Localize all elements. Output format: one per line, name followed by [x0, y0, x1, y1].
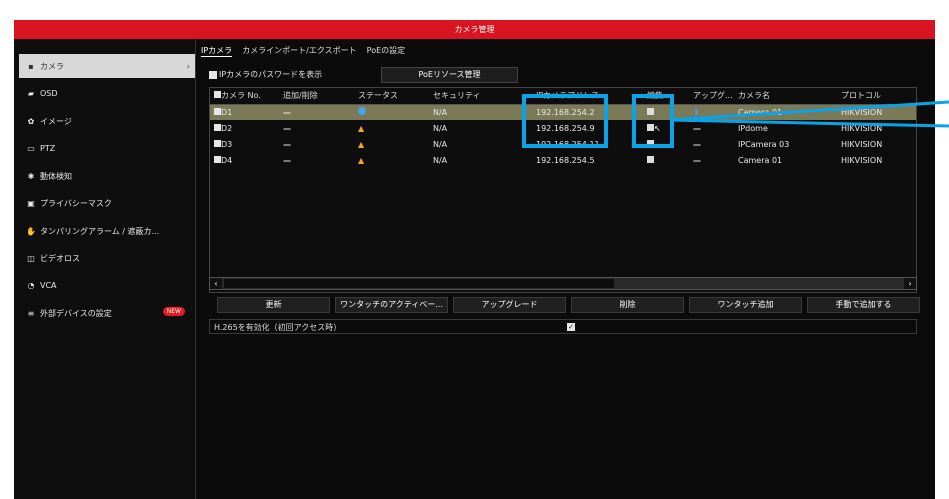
warning-icon: ▲ — [358, 139, 365, 149]
camera-no-cell: D1 — [210, 104, 279, 120]
h265-checkbox[interactable]: ✓ — [567, 323, 575, 331]
sidebar-item-label: ビデオロス — [40, 253, 80, 263]
tab-bar: IPカメラ カメラインポート/エクスポート PoEの設定 — [201, 45, 405, 57]
sidebar-item-ptz[interactable]: ▭ PTZ — [19, 136, 195, 160]
one-touch-add-button[interactable]: ワンタッチ追加 — [689, 297, 802, 313]
delete-cell[interactable]: — — [279, 120, 354, 136]
show-password-option[interactable]: IPカメラのパスワードを表示 — [209, 69, 322, 80]
one-touch-activate-button[interactable]: ワンタッチのアクティベー... — [335, 297, 448, 313]
table-row[interactable]: D4 — ▲ N/A 192.168.254.5 — Camera 01 HIK… — [210, 152, 916, 168]
row-checkbox[interactable] — [214, 155, 221, 163]
new-badge: NEW — [162, 307, 185, 316]
video-loss-icon: ◫ — [27, 253, 35, 263]
horizontal-scrollbar[interactable]: ‹ › — [209, 277, 917, 290]
delete-cell[interactable]: — — [279, 152, 354, 168]
chevron-right-icon: › — [186, 61, 190, 71]
sidebar-item-label: VCA — [40, 280, 57, 290]
sidebar-item-tamper[interactable]: ✋ タンパリングアラーム / 遮蔽カ... — [19, 219, 195, 243]
column-header[interactable]: ステータス — [354, 88, 429, 105]
sidebar-item-label: 動体検知 — [40, 171, 72, 181]
warning-icon: ▲ — [358, 155, 365, 165]
edit-icon[interactable] — [647, 155, 654, 163]
camera-icon: ▪ — [28, 61, 34, 71]
callout-line-bottom — [670, 118, 949, 128]
status-cell — [354, 104, 429, 120]
row-checkbox[interactable] — [214, 107, 221, 115]
security-cell: N/A — [429, 104, 532, 120]
protocol-cell: HIKVISION — [841, 139, 883, 149]
edit-highlight — [632, 94, 674, 148]
sidebar-item-label: OSD — [40, 88, 58, 98]
camera-name-cell: IPCamera 03 — [738, 139, 790, 149]
sidebar-item-label: PTZ — [40, 143, 56, 153]
ip-address-cell: 192.168.254.5 — [536, 155, 595, 165]
tab-ip-camera[interactable]: IPカメラ — [201, 45, 233, 57]
upgrade-cell: — — [693, 139, 701, 149]
sidebar-item-privacy-mask[interactable]: ▣ プライバシーマスク — [19, 191, 195, 215]
security-cell: N/A — [433, 155, 448, 165]
row-checkbox[interactable] — [214, 123, 221, 131]
ptz-icon: ▭ — [27, 143, 35, 153]
osd-icon: ▰ — [27, 88, 35, 98]
sidebar-item-vca[interactable]: ◔ VCA — [19, 273, 195, 297]
column-header[interactable]: 追加/削除 — [279, 88, 354, 105]
privacy-mask-icon: ▣ — [27, 198, 35, 208]
edit-cell[interactable] — [643, 152, 689, 168]
tab-poe-settings[interactable]: PoEの設定 — [367, 45, 406, 57]
tab-camera-import-export[interactable]: カメラインポート/エクスポート — [242, 45, 356, 57]
tamper-icon: ✋ — [26, 226, 36, 236]
sidebar-item-motion[interactable]: ✱ 動体検知 — [19, 164, 195, 188]
security-cell: N/A — [433, 139, 448, 149]
column-header[interactable]: カメラ No. — [210, 88, 279, 105]
sidebar-item-external-device[interactable]: ≡ 外部デバイスの設定 NEW — [19, 301, 195, 325]
callout-line-top — [670, 100, 949, 122]
vca-icon: ◔ — [27, 280, 35, 290]
sidebar-item-label: 外部デバイスの設定 — [40, 308, 112, 318]
sidebar-item-label: イメージ — [40, 116, 72, 126]
h265-row: H.265を有効化（初回アクセス時） ✓ — [209, 319, 917, 334]
delete-button[interactable]: 削除 — [571, 297, 684, 313]
security-cell: N/A — [433, 123, 448, 133]
sidebar-item-label: タンパリングアラーム / 遮蔽カ... — [40, 226, 160, 236]
delete-cell[interactable]: — — [279, 104, 354, 120]
delete-cell[interactable]: — — [279, 136, 354, 152]
row-checkbox[interactable] — [214, 139, 221, 147]
warning-icon: ▲ — [358, 123, 365, 133]
poe-resource-button[interactable]: PoEリソース管理 — [381, 67, 518, 83]
sidebar-item-image[interactable]: ✿ イメージ — [19, 109, 195, 133]
protocol-cell: HIKVISION — [841, 155, 883, 165]
show-password-checkbox[interactable] — [209, 70, 217, 79]
scroll-right-icon[interactable]: › — [904, 278, 916, 289]
status-cell: ▲ — [354, 120, 429, 136]
sidebar-item-label: プライバシーマスク — [40, 198, 112, 208]
camera-name-cell: Camera 01 — [738, 155, 783, 165]
sidebar: ▪ カメラ › ▰ OSD ✿ イメージ ▭ PTZ ✱ 動体検知 ▣ プライバ… — [14, 39, 196, 499]
status-cell: ▲ — [354, 136, 429, 152]
upgrade-cell: — — [693, 155, 701, 165]
upgrade-button[interactable]: アップグレード — [453, 297, 566, 313]
scrollbar-thumb[interactable] — [224, 279, 614, 288]
column-header[interactable]: セキュリティ — [429, 88, 532, 105]
h265-label: H.265を有効化（初回アクセス時） — [214, 323, 342, 332]
status-cell: ▲ — [354, 152, 429, 168]
sidebar-item-osd[interactable]: ▰ OSD — [19, 81, 195, 105]
motion-icon: ✱ — [27, 171, 35, 181]
external-device-icon: ≡ — [27, 308, 35, 318]
window-title: カメラ管理 — [14, 20, 935, 39]
camera-no-cell: D3 — [210, 136, 279, 152]
show-password-label: IPカメラのパスワードを表示 — [219, 70, 323, 79]
camera-no-cell: D2 — [210, 120, 279, 136]
refresh-button[interactable]: 更新 — [217, 297, 330, 313]
sidebar-item-label: カメラ — [40, 61, 64, 71]
sidebar-item-camera[interactable]: ▪ カメラ › — [19, 54, 195, 78]
callout-lines — [670, 100, 949, 128]
sidebar-item-video-loss[interactable]: ◫ ビデオロス — [19, 246, 195, 270]
select-all-checkbox[interactable] — [214, 91, 221, 99]
image-icon: ✿ — [27, 116, 35, 126]
ip-address-highlight — [522, 94, 608, 148]
status-online-icon — [358, 107, 366, 116]
scroll-left-icon[interactable]: ‹ — [210, 278, 222, 289]
camera-no-cell: D4 — [210, 152, 279, 168]
manual-add-button[interactable]: 手動で追加する — [807, 297, 920, 313]
